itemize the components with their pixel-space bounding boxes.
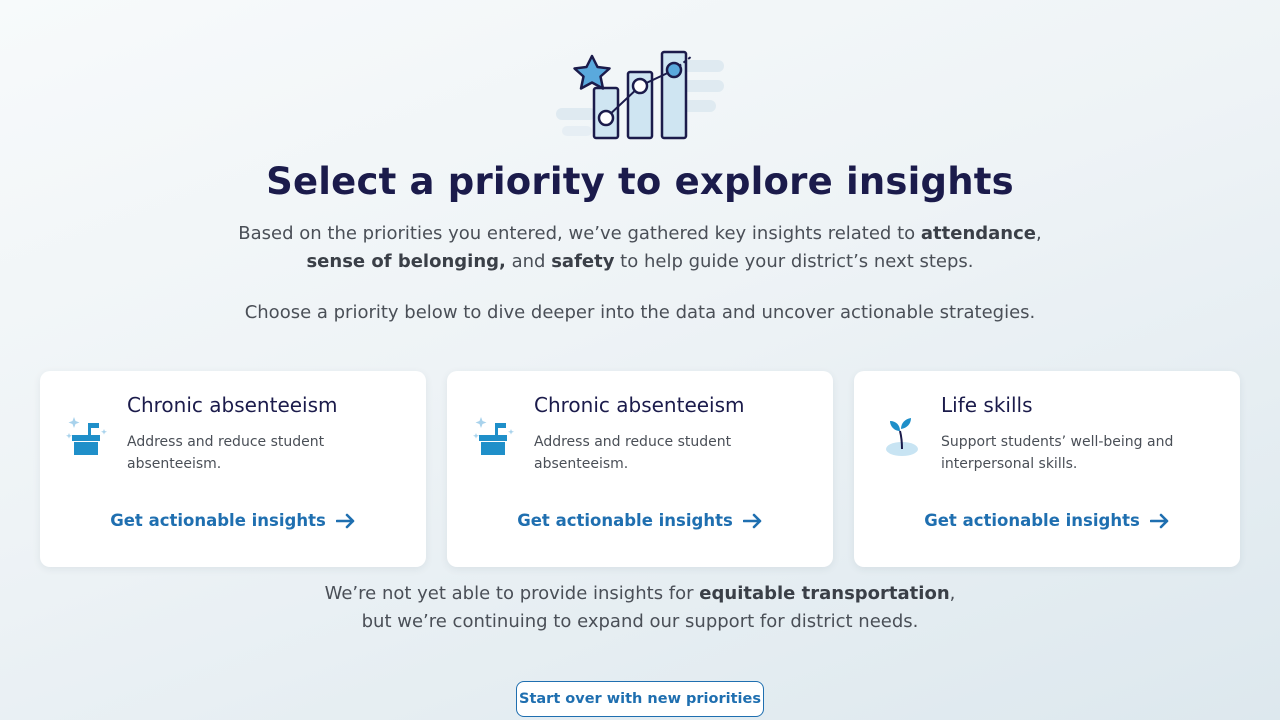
get-insights-link[interactable]: Get actionable insights — [447, 511, 833, 530]
priority-card-life-skills[interactable]: Life skills Support students’ well-being… — [854, 371, 1240, 567]
arrow-right-icon — [1149, 513, 1170, 529]
card-description: Address and reduce student absenteeism. — [127, 434, 325, 472]
card-title: Life skills — [941, 393, 1033, 417]
get-insights-link[interactable]: Get actionable insights — [854, 511, 1240, 530]
card-description: Support students’ well-being and interpe… — [941, 434, 1174, 472]
page-title: Select a priority to explore insights — [266, 160, 1014, 203]
choose-text: Choose a priority below to dive deeper i… — [244, 302, 1036, 323]
arrow-right-icon — [335, 513, 356, 529]
priority-card-chronic-absenteeism[interactable]: Chronic absenteeism Address and reduce s… — [40, 371, 426, 567]
intro-text: Based on the priorities you entered, we’… — [238, 223, 1042, 272]
card-description: Address and reduce student absenteeism. — [534, 434, 732, 472]
start-over-button[interactable]: Start over with new priorities — [516, 681, 764, 717]
chart-star-illustration — [552, 46, 728, 146]
unsupported-priority-notice: We’re not yet able to provide insights f… — [324, 583, 956, 632]
mailbox-icon — [473, 409, 517, 457]
sprout-icon — [880, 409, 924, 457]
arrow-right-icon — [742, 513, 763, 529]
card-title: Chronic absenteeism — [127, 393, 338, 417]
get-insights-link[interactable]: Get actionable insights — [40, 511, 426, 530]
mailbox-icon — [66, 409, 110, 457]
card-title: Chronic absenteeism — [534, 393, 745, 417]
priority-card-chronic-absenteeism-2[interactable]: Chronic absenteeism Address and reduce s… — [447, 371, 833, 567]
